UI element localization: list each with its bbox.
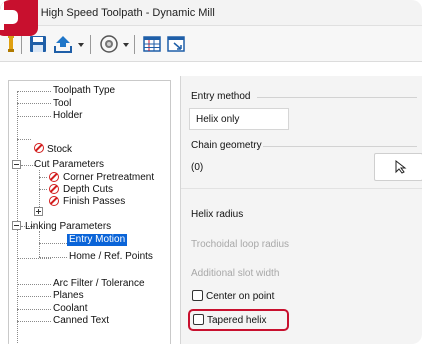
chain-geometry-label: Chain geometry bbox=[191, 140, 262, 151]
entry-method-field[interactable]: Helix only bbox=[189, 108, 289, 130]
dropdown-arrow-icon[interactable] bbox=[77, 34, 85, 54]
cursor-arrow-icon bbox=[395, 160, 407, 174]
expand-finish-passes[interactable] bbox=[34, 207, 43, 216]
tree-item-linking-parameters[interactable]: Linking Parameters bbox=[25, 221, 111, 233]
error-icon bbox=[49, 196, 59, 206]
import-icon[interactable] bbox=[52, 34, 74, 54]
tree-item-stock[interactable]: Stock bbox=[47, 144, 72, 156]
pin-icon[interactable] bbox=[4, 34, 16, 54]
brand-logo bbox=[0, 0, 38, 36]
parameter-tree: Toolpath Type Tool Holder Stock Cut Para… bbox=[8, 80, 171, 344]
error-icon bbox=[34, 143, 44, 153]
toolbar bbox=[0, 26, 422, 62]
tree-item-holder[interactable]: Holder bbox=[53, 110, 82, 122]
tree-item-finish-passes[interactable]: Finish Passes bbox=[63, 196, 125, 208]
application-window: ) High Speed Toolpath - Dynamic Mill Too… bbox=[0, 0, 422, 344]
dropdown-arrow-icon[interactable] bbox=[122, 34, 130, 54]
center-on-point-label[interactable]: Center on point bbox=[206, 291, 274, 302]
tree-item-toolpath-type[interactable]: Toolpath Type bbox=[53, 85, 115, 97]
tree-item-corner-pretreatment[interactable]: Corner Pretreatment bbox=[63, 172, 154, 184]
window-icon[interactable] bbox=[166, 34, 186, 54]
expand-linking-parameters[interactable] bbox=[12, 221, 21, 230]
title-bar: ) High Speed Toolpath - Dynamic Mill bbox=[0, 0, 422, 26]
view-icon[interactable] bbox=[98, 34, 120, 54]
tree-item-depth-cuts[interactable]: Depth Cuts bbox=[63, 184, 113, 196]
center-on-point-checkbox[interactable] bbox=[192, 290, 203, 301]
select-chain-button[interactable] bbox=[374, 153, 422, 181]
tree-item-entry-motion[interactable]: Entry Motion bbox=[67, 234, 128, 246]
grid-icon[interactable] bbox=[142, 34, 162, 54]
tree-item-home-ref-points[interactable]: Home / Ref. Points bbox=[69, 251, 153, 263]
window-title: ) High Speed Toolpath - Dynamic Mill bbox=[34, 7, 215, 19]
save-icon[interactable] bbox=[28, 34, 48, 54]
entry-motion-panel: Entry method Helix only Chain geometry (… bbox=[180, 76, 422, 344]
tree-item-canned-text[interactable]: Canned Text bbox=[53, 315, 109, 327]
tapered-helix-checkbox[interactable] bbox=[193, 314, 204, 325]
tree-item-cut-parameters[interactable]: Cut Parameters bbox=[34, 159, 104, 171]
error-icon bbox=[49, 184, 59, 194]
toolbar-separator bbox=[21, 35, 22, 54]
additional-slot-width-label: Additional slot width bbox=[191, 268, 280, 279]
toolbar-separator bbox=[90, 35, 91, 54]
trochoidal-loop-radius-label: Trochoidal loop radius bbox=[191, 239, 290, 250]
tapered-helix-label[interactable]: Tapered helix bbox=[207, 315, 266, 326]
error-icon bbox=[49, 172, 59, 182]
tree-item-coolant[interactable]: Coolant bbox=[53, 303, 87, 315]
helix-radius-label: Helix radius bbox=[191, 209, 244, 220]
entry-method-label: Entry method bbox=[191, 91, 251, 102]
toolbar-separator bbox=[134, 35, 135, 54]
chain-count: (0) bbox=[191, 162, 204, 173]
tree-item-arc-filter-tolerance[interactable]: Arc Filter / Tolerance bbox=[53, 278, 145, 290]
tree-item-tool[interactable]: Tool bbox=[53, 98, 71, 110]
tree-item-planes[interactable]: Planes bbox=[53, 290, 84, 302]
expand-cut-parameters[interactable] bbox=[12, 160, 21, 169]
